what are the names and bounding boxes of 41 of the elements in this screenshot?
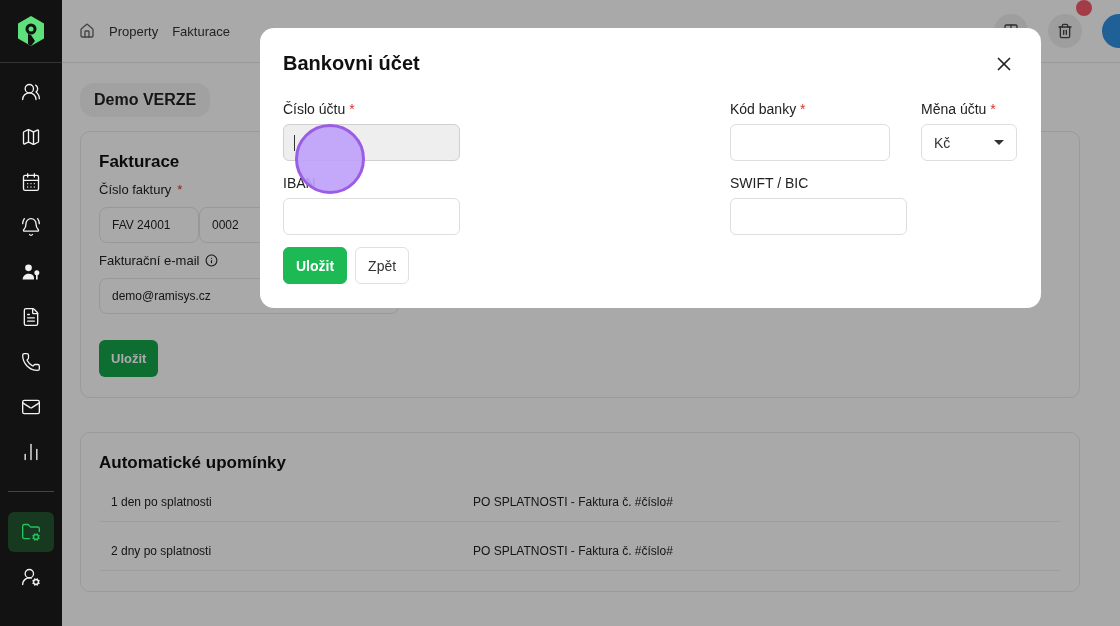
home-icon[interactable] xyxy=(79,23,95,39)
dialog-title: Bankovni účet xyxy=(283,52,420,75)
trash-button[interactable] xyxy=(1048,14,1082,48)
notification-badge xyxy=(1076,0,1092,16)
folder-gear-icon xyxy=(21,522,41,542)
currency-select[interactable]: Kč xyxy=(921,124,1017,161)
table-cell-text: PO SPLATNOSTI - Faktura č. #číslo# xyxy=(473,544,674,558)
card-title: Fakturace xyxy=(99,152,180,172)
calendar-icon xyxy=(21,172,41,192)
input-field[interactable] xyxy=(730,124,890,161)
field-label: Číslo účtu * xyxy=(283,101,356,117)
caret-icon xyxy=(994,140,1004,145)
user-key-icon xyxy=(21,262,41,282)
breadcrumb-link[interactable]: Fakturace xyxy=(172,23,230,39)
users-icon xyxy=(21,82,41,102)
version-badge: Demo VERZE xyxy=(80,83,211,117)
field-label: Kód banky * xyxy=(730,101,807,117)
mail-icon xyxy=(21,397,41,417)
table-cell-text: 1 den po splatnosti xyxy=(111,495,213,509)
map-icon xyxy=(21,127,41,147)
field-label: Fakturační e-mail xyxy=(99,253,200,268)
input-field[interactable] xyxy=(283,198,460,235)
input-field[interactable] xyxy=(730,198,907,235)
text-cursor xyxy=(294,134,295,151)
table-cell-text: PO SPLATNOSTI - Faktura č. #číslo# xyxy=(473,495,674,509)
bell-icon xyxy=(21,217,41,237)
input-field[interactable]: FAV 24001 xyxy=(99,207,199,243)
phone-icon xyxy=(21,352,41,372)
table-cell-text: 2 dny po splatnosti xyxy=(111,544,213,558)
field-label: SWIFT / BIC xyxy=(730,175,810,191)
logo-icon xyxy=(17,15,45,47)
trash-icon xyxy=(1057,23,1073,39)
field-label: Číslo faktury * xyxy=(99,182,183,197)
sidebar-item[interactable] xyxy=(8,512,54,552)
field-label: Měna účtu * xyxy=(921,101,997,117)
breadcrumb-link[interactable]: Property xyxy=(109,23,159,39)
back-button[interactable]: Zpět xyxy=(355,247,410,284)
info-icon xyxy=(205,254,219,267)
document-icon xyxy=(21,307,41,327)
card-title: Automatické upomínky xyxy=(99,453,287,473)
user-gear-icon xyxy=(21,567,41,587)
